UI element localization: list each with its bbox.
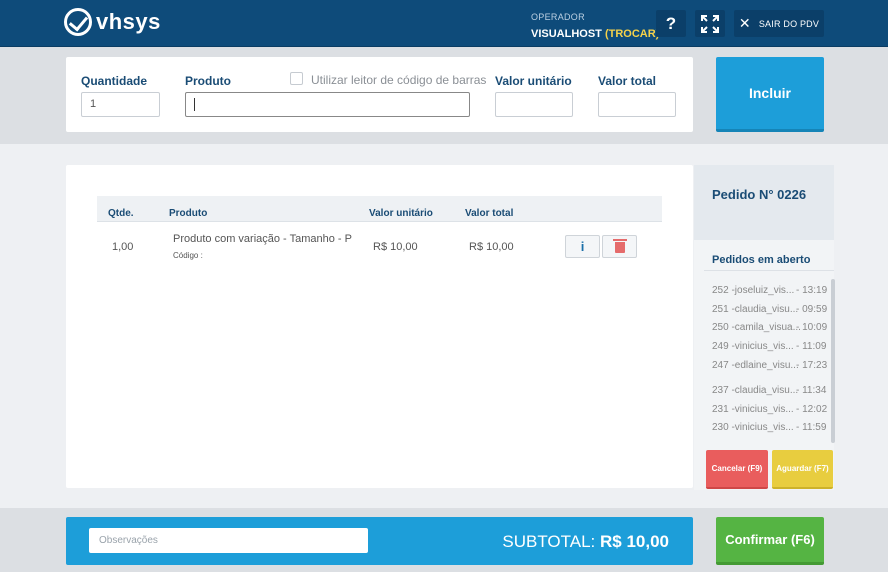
text-cursor <box>194 97 195 111</box>
item-info-button[interactable]: i <box>565 235 600 258</box>
expand-arrows-icon <box>701 14 719 33</box>
observations-input[interactable]: Observações <box>89 528 368 553</box>
fullscreen-button[interactable] <box>695 10 725 37</box>
top-bar: vhsys OPERADOR VISUALHOST (TROCAR) ? ✕ S… <box>0 0 888 47</box>
open-order-item[interactable]: 250 -camila_visua... - 10:09 <box>712 322 828 333</box>
total-value-label: Valor total <box>598 74 657 88</box>
open-order-name: 249 -vinicius_vis... <box>712 341 794 352</box>
divider <box>704 270 834 271</box>
open-order-name: 231 -vinicius_vis... <box>712 404 794 415</box>
operator-name-line: VISUALHOST (TROCAR) <box>531 28 659 40</box>
wait-button[interactable]: Aguardar (F7) <box>772 450 833 489</box>
open-order-name: 237 -claudia_visu... <box>712 385 799 396</box>
open-order-time: - 12:02 <box>796 404 828 415</box>
total-value-input[interactable] <box>598 92 676 117</box>
open-order-name: 252 -joseluiz_vis... <box>712 285 795 296</box>
open-order-time: - 13:19 <box>796 285 828 296</box>
row-unit-value: R$ 10,00 <box>373 241 418 253</box>
exit-pdv-button[interactable]: ✕ SAIR DO PDV <box>734 10 824 37</box>
row-product: Produto com variação - Tamanho - P <box>173 233 352 245</box>
open-order-item[interactable]: 252 -joseluiz_vis... - 13:19 <box>712 285 828 296</box>
product-label: Produto <box>185 74 231 88</box>
open-order-item[interactable]: 230 -vinicius_vis... - 11:59 <box>712 422 827 433</box>
quantity-label: Quantidade <box>81 74 148 88</box>
column-header-unit-value: Valor unitário <box>369 208 433 219</box>
column-header-product: Produto <box>169 208 208 219</box>
unit-value-input[interactable] <box>495 92 573 117</box>
open-order-item[interactable]: 247 -edlaine_visu... - 17:23 <box>712 360 828 371</box>
operator-label: OPERADOR <box>531 12 585 22</box>
confirm-button[interactable]: Confirmar (F6) <box>716 517 824 565</box>
open-order-name: 247 -edlaine_visu... <box>712 360 799 371</box>
open-order-time: - 09:59 <box>796 304 828 315</box>
column-header-qty: Qtde. <box>108 208 134 219</box>
open-orders-title: Pedidos em aberto <box>712 254 811 266</box>
open-order-time: - 11:09 <box>796 341 827 352</box>
barcode-checkbox-label: Utilizar leitor de código de barras <box>311 73 487 87</box>
close-icon: ✕ <box>738 15 751 31</box>
subtotal-label: SUBTOTAL: <box>502 532 596 551</box>
exit-pdv-label: SAIR DO PDV <box>758 18 820 29</box>
product-input[interactable] <box>185 92 470 117</box>
row-total-value: R$ 10,00 <box>469 241 514 253</box>
logo-text: vhsys <box>96 9 161 34</box>
open-order-item[interactable]: 231 -vinicius_vis... - 12:02 <box>712 404 828 415</box>
checkmark-logo-icon <box>64 8 92 36</box>
help-button[interactable]: ? <box>656 10 686 37</box>
operator-info: OPERADOR VISUALHOST (TROCAR) <box>531 12 659 40</box>
row-qty: 1,00 <box>112 241 134 253</box>
unit-value-label: Valor unitário <box>495 74 572 88</box>
include-button[interactable]: Incluir <box>716 57 824 132</box>
open-order-item[interactable]: 237 -claudia_visu... - 11:34 <box>712 385 827 396</box>
column-header-total-value: Valor total <box>465 208 514 219</box>
delete-item-button[interactable] <box>602 235 637 258</box>
open-order-name: 230 -vinicius_vis... <box>712 422 794 433</box>
open-order-time: - 11:34 <box>796 385 827 396</box>
vhsys-logo: vhsys <box>64 8 161 36</box>
open-order-time: - 11:59 <box>796 422 827 433</box>
open-order-name: 251 -claudia_visu... <box>712 304 799 315</box>
open-order-name: 250 -camila_visua... <box>712 322 801 333</box>
open-order-time: - 10:09 <box>796 322 828 333</box>
row-code: Código : <box>173 251 203 260</box>
open-order-item[interactable]: 251 -claudia_visu... - 09:59 <box>712 304 828 315</box>
operator-name: VISUALHOST <box>531 28 602 40</box>
barcode-checkbox[interactable] <box>290 72 303 85</box>
subtotal: SUBTOTAL: R$ 10,00 <box>502 532 669 552</box>
open-order-item[interactable]: 249 -vinicius_vis... - 11:09 <box>712 341 827 352</box>
switch-operator-link[interactable]: (TROCAR) <box>605 28 659 40</box>
open-order-time: - 17:23 <box>796 360 828 371</box>
order-number-title: Pedido N° 0226 <box>712 187 807 202</box>
cancel-button[interactable]: Cancelar (F9) <box>706 450 768 489</box>
open-orders-scrollbar[interactable] <box>831 279 835 443</box>
subtotal-value: R$ 10,00 <box>600 532 669 551</box>
quantity-input[interactable]: 1 <box>81 92 160 117</box>
trash-icon <box>612 239 627 253</box>
order-number-box <box>694 165 834 240</box>
